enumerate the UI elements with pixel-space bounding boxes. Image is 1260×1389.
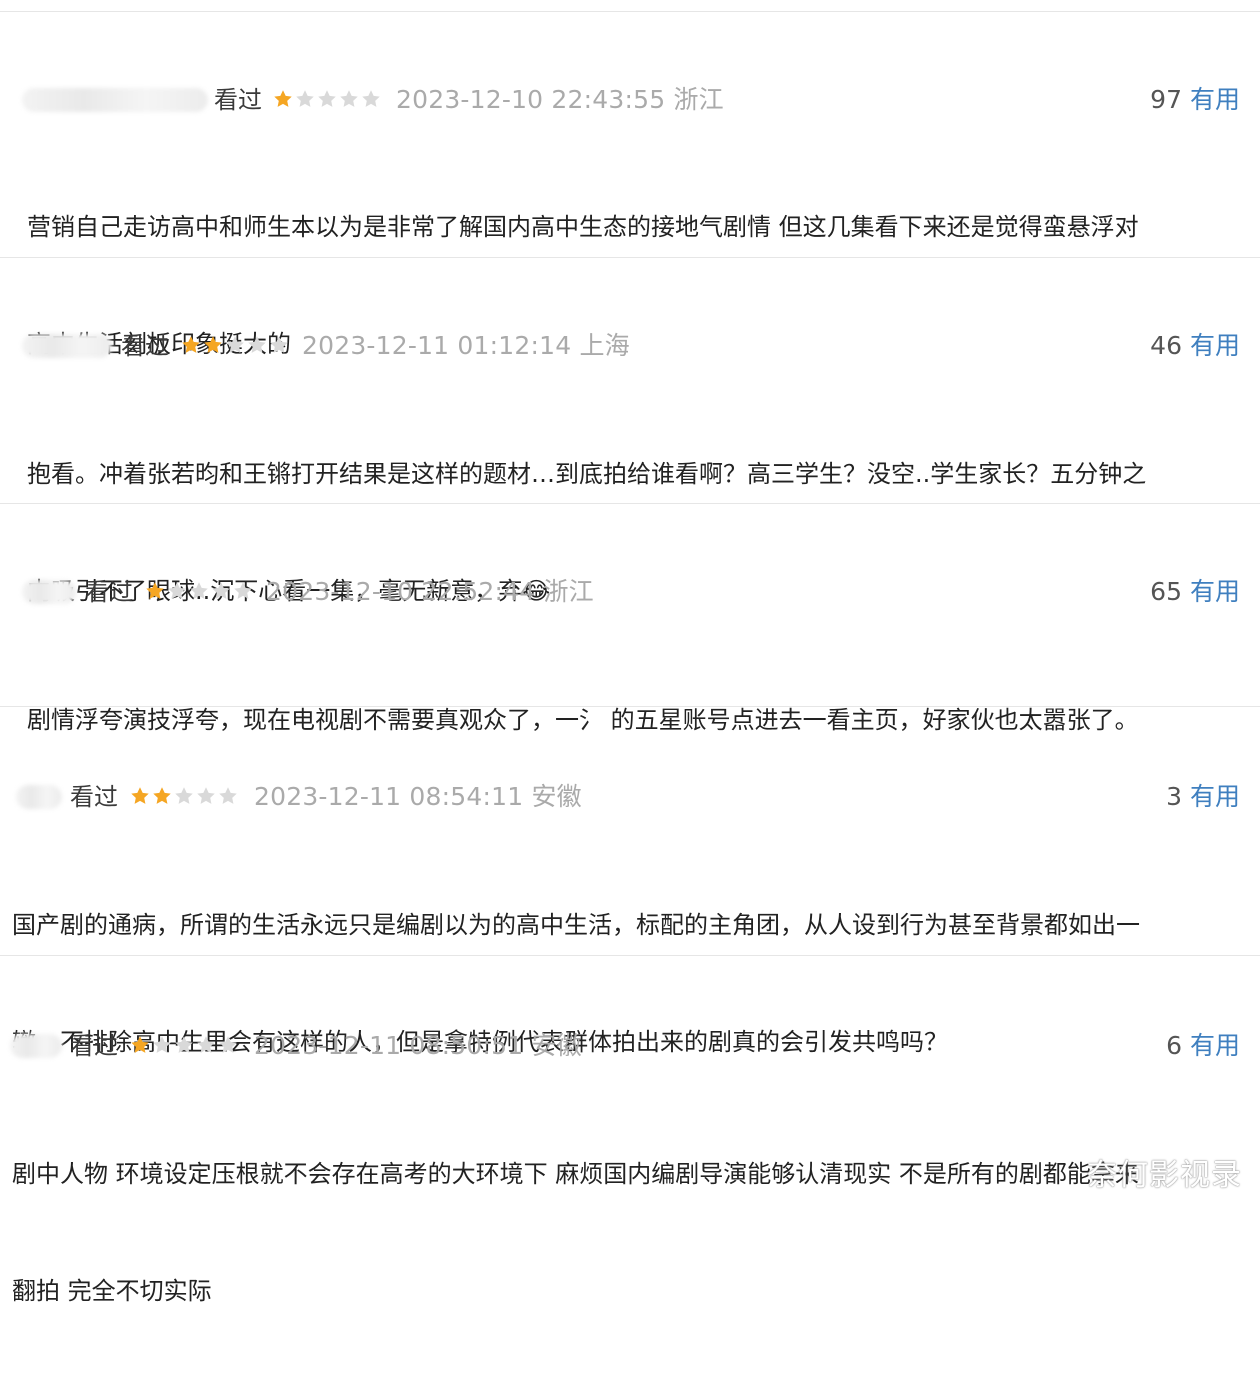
useful-button[interactable]: 有用 (1190, 85, 1240, 114)
star-empty-icon (234, 582, 252, 599)
review-datetime: 2023-12-11 08:50:51 安徽 (254, 1031, 582, 1060)
star-empty-icon (270, 336, 288, 353)
useful-count: 65 (1150, 577, 1182, 606)
rating-stars (129, 1034, 239, 1058)
useful-button[interactable]: 有用 (1190, 331, 1240, 360)
star-empty-icon (153, 1036, 171, 1053)
rating-stars (144, 580, 254, 604)
watched-label: 看过 (70, 1032, 118, 1060)
rating-stars (129, 785, 239, 809)
star-filled-icon (274, 90, 292, 107)
username-blurred[interactable] (22, 334, 112, 358)
review-meta: 看过 2023-12-11 08:54:11 安徽 3 有用 (0, 777, 1260, 817)
comment-line: 翻拍 完全不切实际 (12, 1277, 212, 1305)
star-empty-icon (296, 90, 314, 107)
star-empty-icon (175, 1036, 193, 1053)
star-filled-icon (131, 1036, 149, 1053)
review-datetime: 2023-12-11 08:54:11 安徽 (254, 782, 582, 811)
star-empty-icon (190, 582, 208, 599)
star-empty-icon (219, 787, 237, 804)
divider (0, 257, 1260, 258)
useful-vote: 46 有用 (1150, 332, 1240, 360)
watched-label: 看过 (214, 86, 262, 114)
useful-button[interactable]: 有用 (1190, 1031, 1240, 1060)
star-empty-icon (168, 582, 186, 599)
divider (0, 503, 1260, 504)
useful-vote: 3 有用 (1166, 783, 1240, 811)
star-filled-icon (182, 336, 200, 353)
star-empty-icon (212, 582, 230, 599)
review-meta: 看过 2023-12-11 01:12:14 上海 46 有用 (0, 326, 1260, 366)
star-empty-icon (219, 1036, 237, 1053)
star-empty-icon (175, 787, 193, 804)
divider (0, 706, 1260, 707)
review-datetime: 2023-12-11 01:12:14 上海 (302, 331, 630, 360)
star-empty-icon (248, 336, 266, 353)
comment-line: 抱看。冲着张若昀和王锵打开结果是这样的题材…到底拍给谁看啊？高三学生？没空..学… (27, 460, 1147, 488)
watched-label: 看过 (121, 332, 169, 360)
watched-label: 看过 (85, 578, 133, 606)
star-empty-icon (340, 90, 358, 107)
rating-stars (180, 334, 290, 358)
star-empty-icon (197, 787, 215, 804)
useful-vote: 6 有用 (1166, 1032, 1240, 1060)
star-filled-icon (146, 582, 164, 599)
star-filled-icon (204, 336, 222, 353)
username-blurred[interactable] (22, 580, 76, 604)
username-blurred[interactable] (16, 785, 62, 809)
useful-count: 97 (1150, 85, 1182, 114)
comment-line: 剧中人物 环境设定压根就不会存在高考的大环境下 麻烦国内编剧导演能够认清现实 不… (12, 1160, 1139, 1188)
useful-vote: 65 有用 (1150, 578, 1240, 606)
star-empty-icon (362, 90, 380, 107)
useful-button[interactable]: 有用 (1190, 577, 1240, 606)
useful-count: 46 (1150, 331, 1182, 360)
useful-vote: 97 有用 (1150, 86, 1240, 114)
useful-count: 3 (1166, 782, 1182, 811)
comment-line: 国产剧的通病，所谓的生活永远只是编剧以为的高中生活，标配的主角团，从人设到行为甚… (12, 911, 1140, 939)
comment-line: 营销自己走访高中和师生本以为是非常了解国内高中生态的接地气剧情 但这几集看下来还… (27, 213, 1139, 241)
username-blurred[interactable] (10, 1034, 62, 1058)
review-datetime: 2023-12-10 22:43:55 浙江 (396, 85, 724, 114)
rating-stars (272, 88, 382, 112)
divider-top (0, 11, 1260, 12)
watched-label: 看过 (70, 783, 118, 811)
star-filled-icon (153, 787, 171, 804)
useful-count: 6 (1166, 1031, 1182, 1060)
review-meta: 看过 2023-12-11 08:50:51 安徽 6 有用 (0, 1026, 1260, 1066)
star-empty-icon (318, 90, 336, 107)
watermark: 奈何影视录 (1087, 1158, 1242, 1193)
useful-button[interactable]: 有用 (1190, 782, 1240, 811)
review-comment: 剧中人物 环境设定压根就不会存在高考的大环境下 麻烦国内编剧导演能够认清现实 不… (12, 1077, 1139, 1389)
star-empty-icon (197, 1036, 215, 1053)
review-meta: 看过 2023-12-10 22:43:55 浙江 97 有用 (0, 80, 1260, 120)
username-blurred[interactable] (22, 88, 208, 112)
star-filled-icon (131, 787, 149, 804)
review-meta: 看过 2023-12-10 22:52:44 浙江 65 有用 (0, 572, 1260, 612)
star-empty-icon (226, 336, 244, 353)
divider (0, 955, 1260, 956)
review-datetime: 2023-12-10 22:52:44 浙江 (266, 577, 594, 606)
